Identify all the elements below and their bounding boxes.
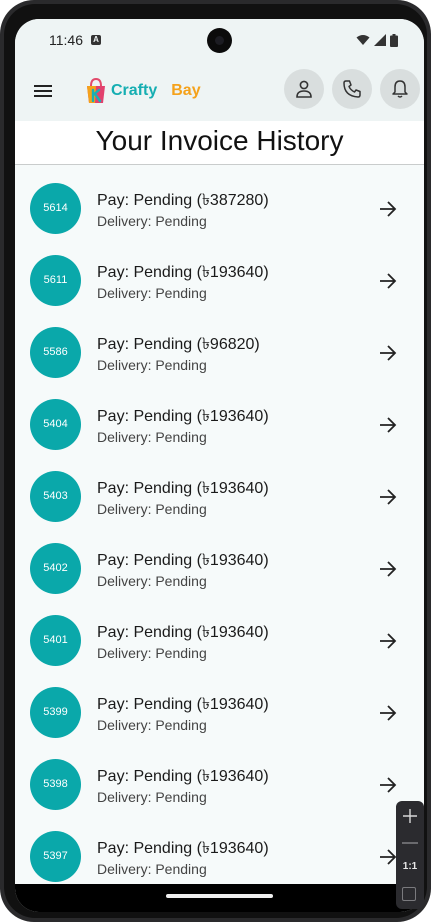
person-icon	[296, 80, 312, 98]
invoice-payment-status: Pay: Pending (৳193640)	[97, 408, 269, 425]
invoice-id-badge: 5403	[30, 471, 81, 522]
arrow-right-icon[interactable]	[377, 414, 399, 436]
screen: 11:46 A Crafty Bay Your Invoice History …	[15, 19, 424, 912]
zoom-fit-icon[interactable]	[402, 887, 416, 901]
signal-icon	[374, 34, 386, 46]
invoice-row[interactable]: 5614 Pay: Pending (৳387280) Delivery: Pe…	[15, 165, 424, 237]
call-button[interactable]	[332, 69, 372, 109]
arrow-right-icon[interactable]	[377, 702, 399, 724]
hamburger-icon	[34, 85, 52, 97]
invoice-id-badge: 5586	[30, 327, 81, 378]
invoice-payment-status: Pay: Pending (৳193640)	[97, 840, 269, 857]
invoice-row[interactable]: 5397 Pay: Pending (৳193640) Delivery: Pe…	[15, 813, 424, 884]
arrow-right-icon[interactable]	[377, 342, 399, 364]
camera-cutout	[207, 28, 232, 53]
home-indicator[interactable]	[166, 894, 273, 898]
device-frame: 11:46 A Crafty Bay Your Invoice History …	[0, 0, 431, 922]
arrow-right-icon[interactable]	[377, 774, 399, 796]
shopping-bag-logo-icon	[87, 77, 105, 103]
invoice-id-badge: 5614	[30, 183, 81, 234]
invoice-delivery-status: Delivery: Pending	[97, 645, 207, 661]
menu-button[interactable]	[31, 79, 55, 103]
invoice-id-badge: 5611	[30, 255, 81, 306]
invoice-payment-status: Pay: Pending (৳193640)	[97, 552, 269, 569]
device-bezel: 11:46 A Crafty Bay Your Invoice History …	[4, 4, 427, 918]
status-time: 11:46	[49, 32, 83, 48]
page-title: Your Invoice History	[15, 121, 424, 165]
invoice-payment-status: Pay: Pending (৳193640)	[97, 696, 269, 713]
invoice-row[interactable]: 5402 Pay: Pending (৳193640) Delivery: Pe…	[15, 525, 424, 597]
invoice-payment-status: Pay: Pending (৳387280)	[97, 192, 269, 209]
invoice-delivery-status: Delivery: Pending	[97, 429, 207, 445]
invoice-list[interactable]: 5614 Pay: Pending (৳387280) Delivery: Pe…	[15, 165, 424, 884]
invoice-row[interactable]: 5399 Pay: Pending (৳193640) Delivery: Pe…	[15, 669, 424, 741]
arrow-right-icon[interactable]	[377, 558, 399, 580]
wifi-icon	[356, 35, 370, 45]
status-bar: 11:46 A	[15, 19, 424, 61]
logo-word-bay: Bay	[171, 82, 201, 99]
phone-icon	[343, 80, 361, 98]
arrow-right-icon[interactable]	[377, 270, 399, 292]
invoice-delivery-status: Delivery: Pending	[97, 285, 207, 301]
arrow-right-icon[interactable]	[377, 198, 399, 220]
invoice-id-badge: 5399	[30, 687, 81, 738]
invoice-delivery-status: Delivery: Pending	[97, 501, 207, 517]
invoice-id-badge: 5398	[30, 759, 81, 810]
zoom-in-icon[interactable]	[400, 806, 420, 826]
invoice-delivery-status: Delivery: Pending	[97, 213, 207, 229]
bell-icon	[392, 80, 408, 98]
profile-button[interactable]	[284, 69, 324, 109]
invoice-row[interactable]: 5611 Pay: Pending (৳193640) Delivery: Pe…	[15, 237, 424, 309]
invoice-delivery-status: Delivery: Pending	[97, 717, 207, 733]
arrow-right-icon[interactable]	[377, 486, 399, 508]
invoice-id-badge: 5397	[30, 831, 81, 882]
invoice-payment-status: Pay: Pending (৳193640)	[97, 624, 269, 641]
invoice-payment-status: Pay: Pending (৳193640)	[97, 480, 269, 497]
invoice-row[interactable]: 5404 Pay: Pending (৳193640) Delivery: Pe…	[15, 381, 424, 453]
invoice-row[interactable]: 5586 Pay: Pending (৳96820) Delivery: Pen…	[15, 309, 424, 381]
invoice-payment-status: Pay: Pending (৳193640)	[97, 264, 269, 281]
zoom-out-icon[interactable]	[402, 842, 418, 844]
invoice-row[interactable]: 5398 Pay: Pending (৳193640) Delivery: Pe…	[15, 741, 424, 813]
notifications-button[interactable]	[380, 69, 420, 109]
app-bar: Crafty Bay	[15, 61, 424, 121]
invoice-id-badge: 5404	[30, 399, 81, 450]
logo-word-crafty: Crafty	[111, 82, 158, 99]
status-icons	[356, 33, 398, 47]
battery-icon	[390, 33, 398, 47]
notification-badge: A	[91, 35, 101, 45]
invoice-id-badge: 5402	[30, 543, 81, 594]
invoice-delivery-status: Delivery: Pending	[97, 789, 207, 805]
gesture-bar	[15, 884, 424, 912]
invoice-delivery-status: Delivery: Pending	[97, 573, 207, 589]
arrow-right-icon[interactable]	[377, 630, 399, 652]
invoice-row[interactable]: 5403 Pay: Pending (৳193640) Delivery: Pe…	[15, 453, 424, 525]
zoom-actual-size-button[interactable]: 1:1	[396, 861, 424, 872]
invoice-delivery-status: Delivery: Pending	[97, 357, 207, 373]
invoice-payment-status: Pay: Pending (৳193640)	[97, 768, 269, 785]
emulator-zoom-panel: 1:1	[396, 801, 424, 909]
invoice-payment-status: Pay: Pending (৳96820)	[97, 336, 260, 353]
app-logo: Crafty Bay	[85, 75, 205, 107]
invoice-delivery-status: Delivery: Pending	[97, 861, 207, 877]
invoice-row[interactable]: 5401 Pay: Pending (৳193640) Delivery: Pe…	[15, 597, 424, 669]
invoice-id-badge: 5401	[30, 615, 81, 666]
